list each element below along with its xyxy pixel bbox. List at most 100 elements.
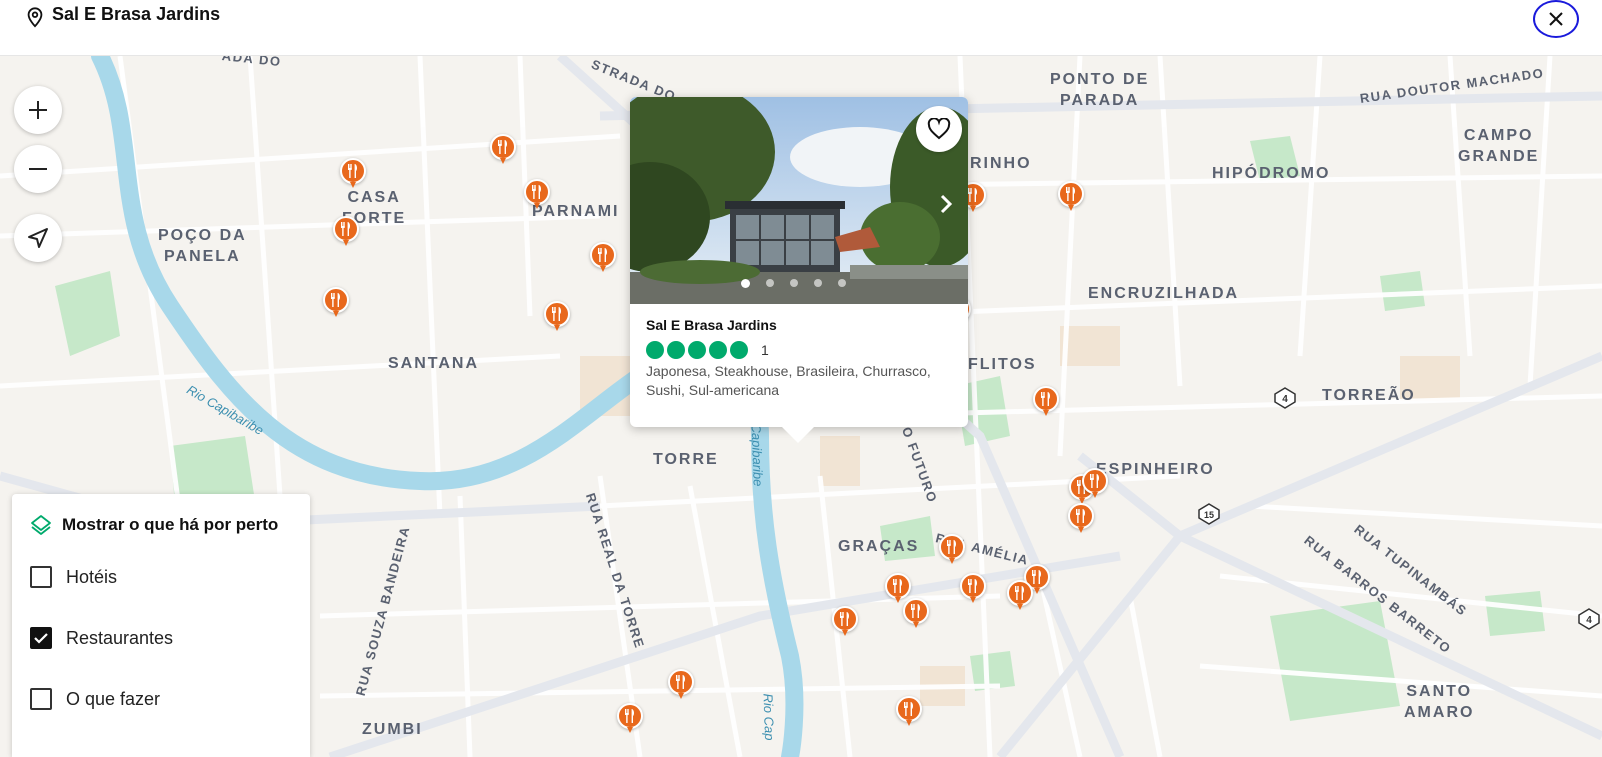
marker-tail	[913, 622, 919, 628]
restaurant-marker[interactable]	[832, 606, 858, 638]
campo-grande-line2: GRANDE	[1458, 148, 1540, 165]
carousel-dot[interactable]	[741, 279, 750, 288]
restaurant-marker[interactable]	[333, 216, 359, 248]
fork-knife-icon	[1068, 503, 1094, 529]
fork-knife-icon	[903, 598, 929, 624]
restaurant-marker[interactable]	[1007, 580, 1033, 612]
neighborhood-label: ENCRUZILHADA	[1088, 285, 1240, 302]
filter-option-label: O que fazer	[66, 688, 161, 709]
chevron-right-icon	[940, 194, 953, 214]
marker-tail	[1078, 527, 1084, 533]
marker-tail	[895, 597, 901, 603]
zoom-in-button[interactable]	[14, 86, 62, 134]
carousel-dot[interactable]	[838, 279, 846, 287]
restaurant-marker[interactable]	[590, 242, 616, 274]
restaurant-marker[interactable]	[1058, 181, 1084, 213]
marker-tail	[343, 240, 349, 246]
fork-knife-icon	[668, 669, 694, 695]
navigation-arrow-icon	[28, 228, 48, 248]
rating-bubble	[688, 341, 706, 359]
restaurant-marker[interactable]	[524, 179, 550, 211]
nearby-filter-panel: Mostrar o que há por perto Hotéis Restau…	[12, 494, 310, 757]
things-to-do-checkbox[interactable]	[30, 688, 52, 710]
marker-tail	[906, 720, 912, 726]
restaurant-marker[interactable]	[668, 669, 694, 701]
restaurant-marker[interactable]	[939, 534, 965, 566]
marker-tail	[1092, 492, 1098, 498]
filter-title: Mostrar o que há por perto	[62, 515, 279, 534]
checkmark-icon	[34, 633, 48, 644]
hotels-checkbox[interactable]	[30, 566, 52, 588]
marker-tail	[949, 558, 955, 564]
marker-tail	[970, 597, 976, 603]
neighborhood-label: TORRE	[653, 451, 719, 468]
fork-knife-icon	[333, 216, 359, 242]
restaurant-name[interactable]: Sal E Brasa Jardins	[646, 317, 777, 333]
restaurant-marker[interactable]	[340, 158, 366, 190]
highway-shield-4-edge: 4	[1578, 608, 1600, 630]
restaurant-marker[interactable]	[490, 134, 516, 166]
restaurant-marker[interactable]	[903, 598, 929, 630]
my-location-button[interactable]	[14, 214, 62, 262]
photo-carousel-dots	[741, 279, 846, 288]
rating-bubble	[667, 341, 685, 359]
restaurant-popup-card[interactable]: Sal E Brasa Jardins 1 Japonesa, Steakhou…	[630, 97, 968, 443]
marker-tail	[678, 693, 684, 699]
marker-tail	[1043, 410, 1049, 416]
zoom-out-button[interactable]	[14, 145, 62, 193]
river-label: Capibaribe	[748, 423, 766, 487]
marker-tail	[333, 311, 339, 317]
restaurant-marker[interactable]	[960, 573, 986, 605]
plus-icon	[29, 101, 47, 119]
review-count[interactable]: 1	[761, 342, 769, 358]
close-button[interactable]	[1533, 0, 1579, 38]
filter-option-hotels[interactable]: Hotéis	[30, 566, 117, 588]
carousel-dot[interactable]	[790, 279, 798, 287]
restaurant-marker[interactable]	[544, 301, 570, 333]
restaurant-marker[interactable]	[323, 287, 349, 319]
marker-tail	[1034, 588, 1040, 594]
filter-option-restaurants[interactable]: Restaurantes	[30, 627, 173, 649]
restaurant-marker[interactable]	[1068, 503, 1094, 535]
neighborhood-label: HIPÓDROMO	[1212, 165, 1331, 182]
santo-amaro-line2: AMARO	[1404, 704, 1475, 721]
layers-icon	[31, 515, 51, 535]
marker-tail	[970, 206, 976, 212]
neighborhood-label: RINHO	[970, 155, 1032, 172]
highway-shield-15: 15	[1198, 503, 1220, 525]
carousel-dot[interactable]	[766, 279, 774, 287]
marker-tail	[554, 325, 560, 331]
marker-tail	[500, 158, 506, 164]
highway-shield-4: 4	[1274, 387, 1296, 409]
river-label: Rio Cap	[760, 693, 778, 741]
restaurant-photo[interactable]	[630, 97, 968, 304]
fork-knife-icon	[617, 703, 643, 729]
rating-bubbles: 1	[646, 341, 769, 359]
fork-knife-icon	[1058, 181, 1084, 207]
carousel-dot[interactable]	[814, 279, 822, 287]
poco-da-panela-line2: PANELA	[164, 248, 241, 265]
restaurant-marker[interactable]	[617, 703, 643, 735]
poco-da-panela-line1: POÇO DA	[158, 227, 247, 244]
close-icon	[1549, 12, 1563, 26]
marker-tail	[1068, 205, 1074, 211]
neighborhood-label: ESPINHEIRO	[1096, 461, 1215, 478]
restaurants-checkbox[interactable]	[30, 627, 52, 649]
ponto-parada-line1: PONTO DE	[1050, 71, 1150, 88]
neighborhood-label: PONTO DE PARADA	[1050, 69, 1149, 111]
location-pin-icon	[27, 7, 43, 28]
santo-amaro-line1: SANTO	[1406, 683, 1473, 700]
marker-tail	[842, 630, 848, 636]
fork-knife-icon	[896, 696, 922, 722]
highway-shield-number: 4	[1282, 394, 1288, 405]
save-favorite-button[interactable]	[916, 106, 962, 152]
map-canvas[interactable]: POÇO DA PANELA CASA FORTE PARNAMI SANTANA …	[0, 56, 1602, 757]
restaurant-marker[interactable]	[1033, 386, 1059, 418]
fork-knife-icon	[1033, 386, 1059, 412]
fork-knife-icon	[524, 179, 550, 205]
filter-option-things-to-do[interactable]: O que fazer	[30, 688, 160, 710]
restaurant-marker[interactable]	[1082, 468, 1108, 500]
rating-bubble	[646, 341, 664, 359]
next-photo-button[interactable]	[934, 189, 958, 219]
restaurant-marker[interactable]	[896, 696, 922, 728]
